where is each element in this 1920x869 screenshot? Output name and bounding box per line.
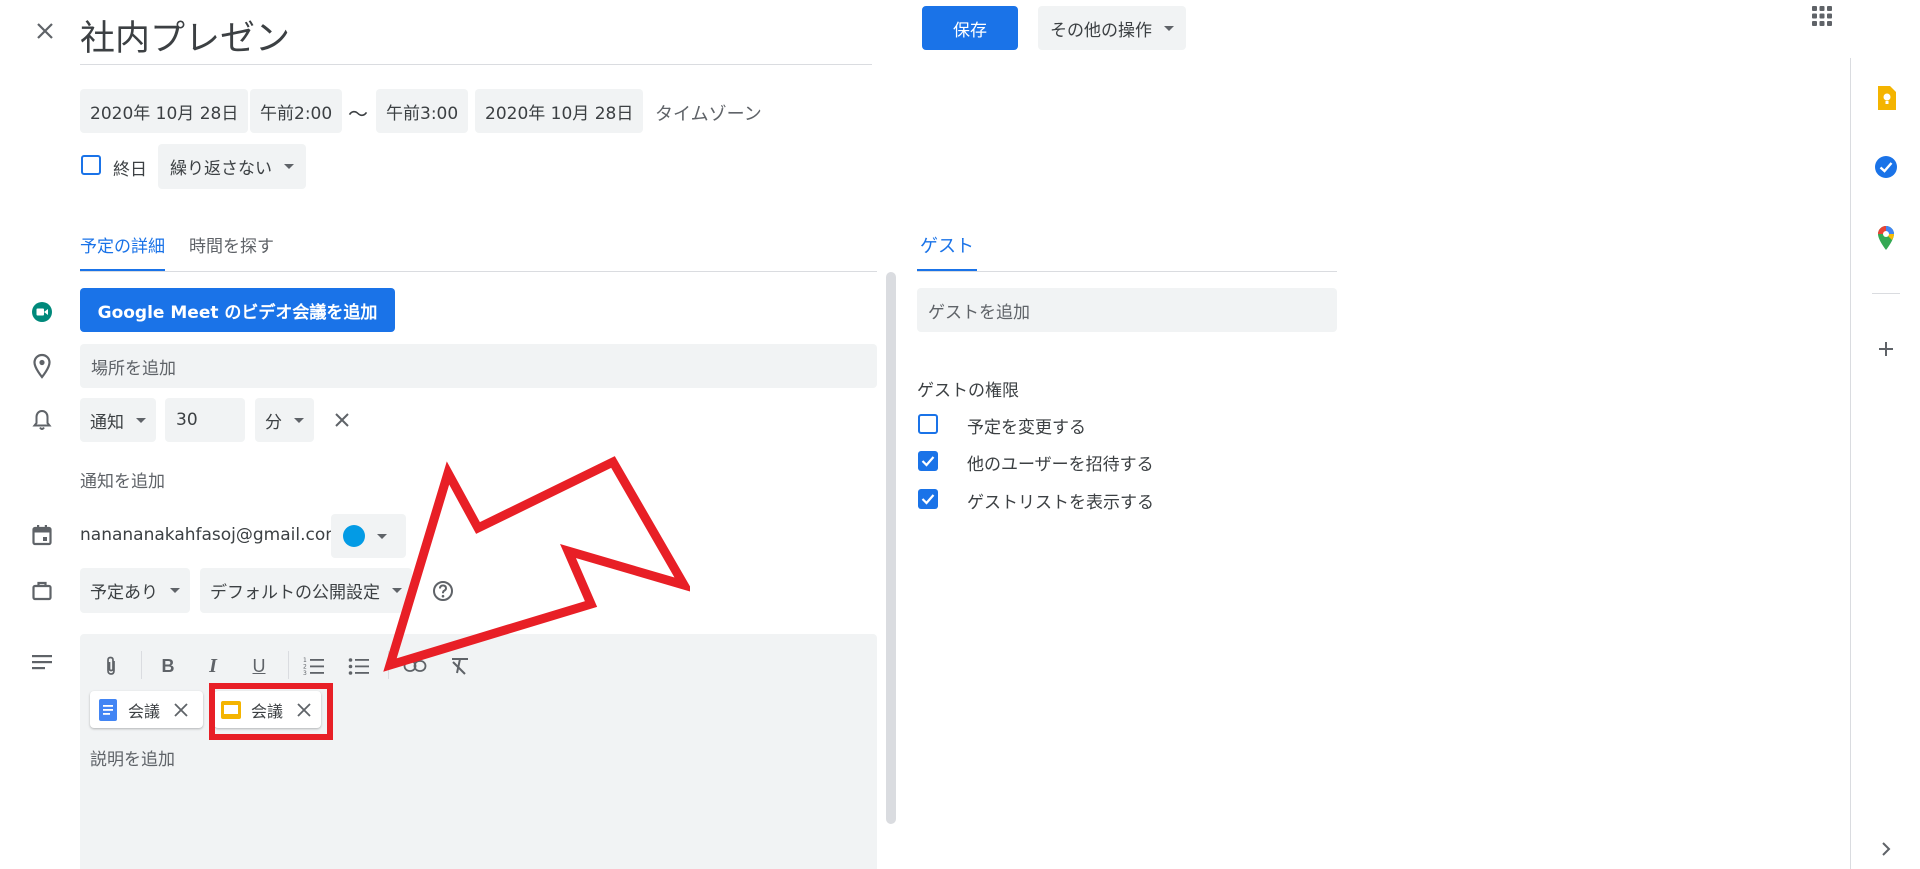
tab-find-time[interactable]: 時間を探す [189, 232, 274, 272]
permission-modify-label: 予定を変更する [967, 418, 1086, 438]
add-google-meet-button[interactable]: Google Meet のビデオ会議を追加 [80, 288, 395, 332]
add-addon-icon[interactable] [1872, 335, 1900, 363]
annotation-highlight-box [209, 683, 333, 740]
start-date-label: 2020年 10月 28日 [90, 103, 239, 124]
calendar-email: nanananakahfasoj@gmail.com [80, 525, 342, 545]
check-icon [921, 456, 935, 467]
repeat-label: 繰り返さない [170, 159, 272, 179]
toolbar-divider [141, 651, 142, 679]
google-docs-icon [98, 698, 118, 721]
timezone-link[interactable]: タイムゾーン [655, 100, 762, 126]
chevron-down-icon [1164, 25, 1174, 31]
tab-event-details-label: 予定の詳細 [80, 237, 165, 257]
guest-permissions-title: ゲストの権限 [917, 381, 1019, 401]
visibility-label: デフォルトの公開設定 [210, 583, 380, 603]
end-date-button[interactable]: 2020年 10月 28日 [475, 89, 644, 133]
permission-modify-checkbox[interactable] [918, 414, 938, 434]
location-placeholder: 場所を追加 [91, 358, 176, 379]
add-guests-input[interactable]: ゲストを追加 [917, 288, 1337, 332]
location-input[interactable]: 場所を追加 [80, 344, 877, 388]
chevron-down-icon [294, 417, 304, 423]
svg-text:3: 3 [303, 670, 307, 676]
tab-guests[interactable]: ゲスト [917, 232, 977, 272]
add-guests-placeholder: ゲストを追加 [928, 302, 1030, 323]
tab-guests-label: ゲスト [920, 236, 974, 257]
start-time-button[interactable]: 午前2:00 [250, 89, 343, 133]
chevron-down-icon [170, 588, 180, 593]
maps-icon[interactable] [1872, 224, 1900, 252]
attachment-docs-label: 会議 [128, 701, 161, 721]
chevron-right-icon[interactable] [1874, 837, 1898, 861]
add-notification-link[interactable]: 通知を追加 [80, 467, 165, 492]
tabs-divider [80, 271, 877, 272]
add-google-meet-label: Google Meet のビデオ会議を追加 [97, 302, 378, 323]
all-day-label: 終日 [113, 160, 147, 180]
notification-unit-label: 分 [265, 412, 282, 433]
permission-invite-checkbox[interactable] [918, 451, 938, 471]
attachment-icon[interactable] [96, 651, 126, 681]
calendar-icon [28, 521, 56, 549]
more-actions-label: その他の操作 [1050, 20, 1152, 41]
notification-type-label: 通知 [90, 412, 124, 433]
numbered-list-icon[interactable]: 123 [299, 651, 329, 681]
all-day-checkbox[interactable] [81, 155, 101, 175]
notification-unit-dropdown[interactable]: 分 [255, 398, 314, 442]
chevron-down-icon [136, 417, 146, 423]
chevron-down-icon [284, 164, 294, 169]
end-time-label: 午前3:00 [386, 103, 459, 124]
busy-status-label: 予定あり [90, 583, 158, 603]
more-actions-button[interactable]: その他の操作 [1038, 6, 1186, 50]
close-icon[interactable] [28, 14, 62, 48]
repeat-dropdown[interactable]: 繰り返さない [158, 144, 306, 189]
time-range-separator: 〜 [348, 102, 368, 126]
remove-attachment-icon[interactable] [172, 701, 190, 719]
underline-icon[interactable]: U [244, 651, 274, 681]
annotation-arrow [383, 456, 690, 672]
italic-icon[interactable]: I [198, 651, 228, 681]
briefcase-icon [28, 577, 56, 605]
check-icon [921, 494, 935, 505]
google-meet-icon [28, 298, 56, 326]
toolbar-divider [288, 651, 289, 679]
keep-icon[interactable] [1872, 84, 1900, 112]
calendar-color-dot [343, 525, 365, 547]
guests-tabs-divider [917, 271, 1337, 272]
permission-see-list-checkbox[interactable] [918, 489, 938, 509]
permission-invite-label: 他のユーザーを招待する [967, 455, 1154, 475]
location-pin-icon [28, 352, 56, 380]
remove-notification-icon[interactable] [330, 408, 354, 432]
tab-find-time-label: 時間を探す [189, 237, 274, 257]
end-time-button[interactable]: 午前3:00 [376, 89, 469, 133]
description-lines-icon [28, 648, 56, 676]
notification-type-dropdown[interactable]: 通知 [80, 398, 156, 442]
tab-event-details[interactable]: 予定の詳細 [80, 232, 165, 272]
bold-icon[interactable]: B [153, 651, 183, 681]
end-date-label: 2020年 10月 28日 [485, 103, 634, 124]
details-scrollbar[interactable] [886, 272, 896, 824]
attachment-chip-docs[interactable]: 会議 [90, 691, 203, 728]
start-date-button[interactable]: 2020年 10月 28日 [80, 89, 249, 133]
event-title-text: 社内プレゼン [80, 19, 291, 59]
notification-value-input[interactable]: 30 [165, 398, 245, 442]
notification-value: 30 [176, 410, 198, 430]
bell-icon [28, 406, 56, 434]
side-panel-divider [1872, 293, 1900, 294]
start-time-label: 午前2:00 [260, 103, 333, 124]
tasks-icon[interactable] [1872, 153, 1900, 181]
description-placeholder: 説明を追加 [90, 750, 175, 770]
event-title-input[interactable]: 社内プレゼン [80, 4, 872, 65]
permission-see-list-label: ゲストリストを表示する [967, 493, 1154, 513]
save-button-label: 保存 [953, 20, 987, 41]
save-button[interactable]: 保存 [922, 6, 1018, 50]
apps-grid-icon[interactable] [1806, 0, 1838, 32]
busy-status-dropdown[interactable]: 予定あり [80, 568, 190, 613]
